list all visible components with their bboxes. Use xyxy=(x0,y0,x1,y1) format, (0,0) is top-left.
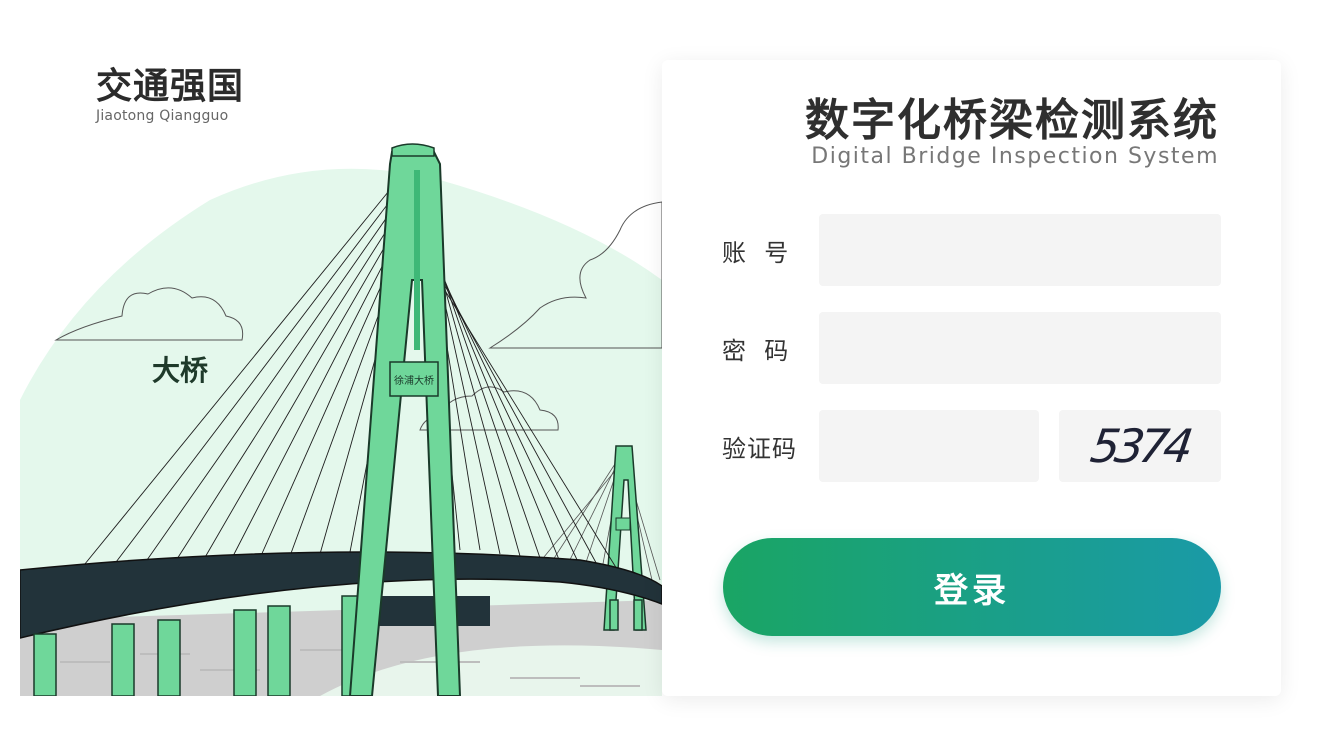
captcha-image[interactable]: 5374 xyxy=(1059,410,1221,482)
brand-name-cn: 交通强国 xyxy=(96,66,245,107)
bridge-sign-text: 大桥 xyxy=(152,354,208,387)
bridge-illustration: 大桥 徐浦大桥 xyxy=(20,130,662,696)
brand-name-en: Jiaotong Qiangguo xyxy=(96,108,229,124)
account-row: 账 号 xyxy=(722,214,1221,286)
captcha-label: 验证码 xyxy=(722,434,797,463)
password-label: 密 码 xyxy=(722,336,790,365)
password-input[interactable] xyxy=(819,312,1221,384)
login-button[interactable]: 登录 xyxy=(723,538,1221,636)
captcha-code-text: 5374 xyxy=(1087,419,1193,473)
system-title-en: Digital Bridge Inspection System xyxy=(811,144,1219,169)
password-row: 密 码 xyxy=(722,312,1221,384)
system-title-cn: 数字化桥梁检测系统 xyxy=(805,95,1219,146)
bridge-illustration-svg: 大桥 徐浦大桥 xyxy=(20,143,662,696)
login-card: 数字化桥梁检测系统 Digital Bridge Inspection Syst… xyxy=(662,60,1281,696)
system-title: 数字化桥梁检测系统 Digital Bridge Inspection Syst… xyxy=(805,94,1219,169)
tower-sign-text: 徐浦大桥 xyxy=(394,374,434,387)
account-input[interactable] xyxy=(819,214,1221,286)
brand-logo: 交通强国 Jiaotong Qiangguo xyxy=(96,66,244,124)
captcha-input[interactable] xyxy=(819,410,1039,482)
captcha-row: 验证码 xyxy=(722,410,1039,482)
account-label: 账 号 xyxy=(722,238,790,267)
